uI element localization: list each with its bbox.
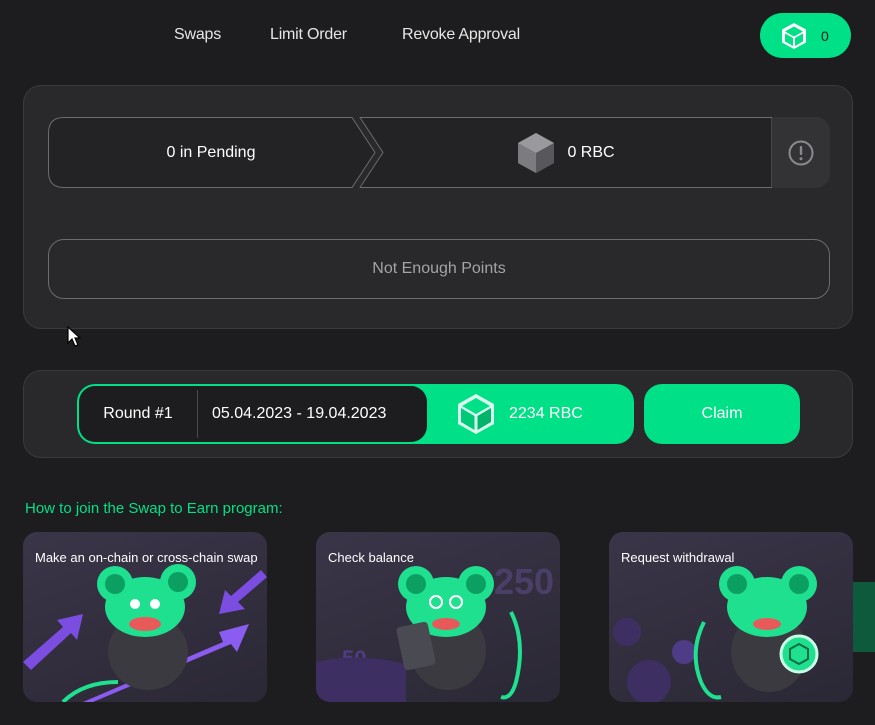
- rbc-amount: 0 RBC: [567, 143, 615, 161]
- step-label: Request withdrawal: [621, 550, 735, 565]
- nav-swaps[interactable]: Swaps: [174, 26, 221, 44]
- step-card-balance: 250 50 Check balance: [316, 532, 560, 702]
- round-info: Round #1 05.04.2023 - 19.04.2023 2234 RB…: [77, 384, 634, 444]
- round-amount: 2234 RBC: [509, 405, 583, 422]
- nav-revoke-approval[interactable]: Revoke Approval: [402, 26, 520, 44]
- round-panel: Round #1 05.04.2023 - 19.04.2023 2234 RB…: [23, 370, 853, 458]
- rbc-cube-icon: [782, 22, 806, 49]
- mouse-cursor-icon: [67, 326, 82, 347]
- pending-amount: 0 in Pending: [166, 143, 256, 161]
- info-button[interactable]: [772, 117, 830, 188]
- round-reward: 2234 RBC: [457, 384, 583, 444]
- rbc-cube-icon: [518, 132, 555, 173]
- step-card-swap: Make an on-chain or cross-chain swap: [23, 532, 267, 702]
- points-panel: 0 in Pending 0 RBC Not Enough Points: [23, 85, 853, 329]
- wallet-points-button[interactable]: 0: [760, 13, 851, 58]
- step-label: Make an on-chain or cross-chain swap: [35, 550, 258, 565]
- nav-limit-order[interactable]: Limit Order: [270, 26, 347, 44]
- claim-button[interactable]: Claim: [644, 384, 800, 444]
- rbc-balance: 0 RBC: [360, 117, 772, 188]
- side-edge-decoration: [853, 582, 875, 652]
- info-icon: [788, 140, 814, 165]
- rbc-cube-icon: [458, 394, 494, 434]
- step-label: Check balance: [328, 550, 414, 565]
- round-label: Round #1: [103, 405, 173, 422]
- round-dates: 05.04.2023 - 19.04.2023: [212, 405, 387, 422]
- wallet-count: 0: [821, 27, 829, 44]
- card-number-250: 250: [494, 561, 554, 602]
- step-card-withdrawal: Request withdrawal: [609, 532, 853, 702]
- howto-title: How to join the Swap to Earn program:: [25, 500, 283, 517]
- not-enough-points-button[interactable]: Not Enough Points: [48, 239, 830, 299]
- round-details: Round #1 05.04.2023 - 19.04.2023: [79, 386, 427, 442]
